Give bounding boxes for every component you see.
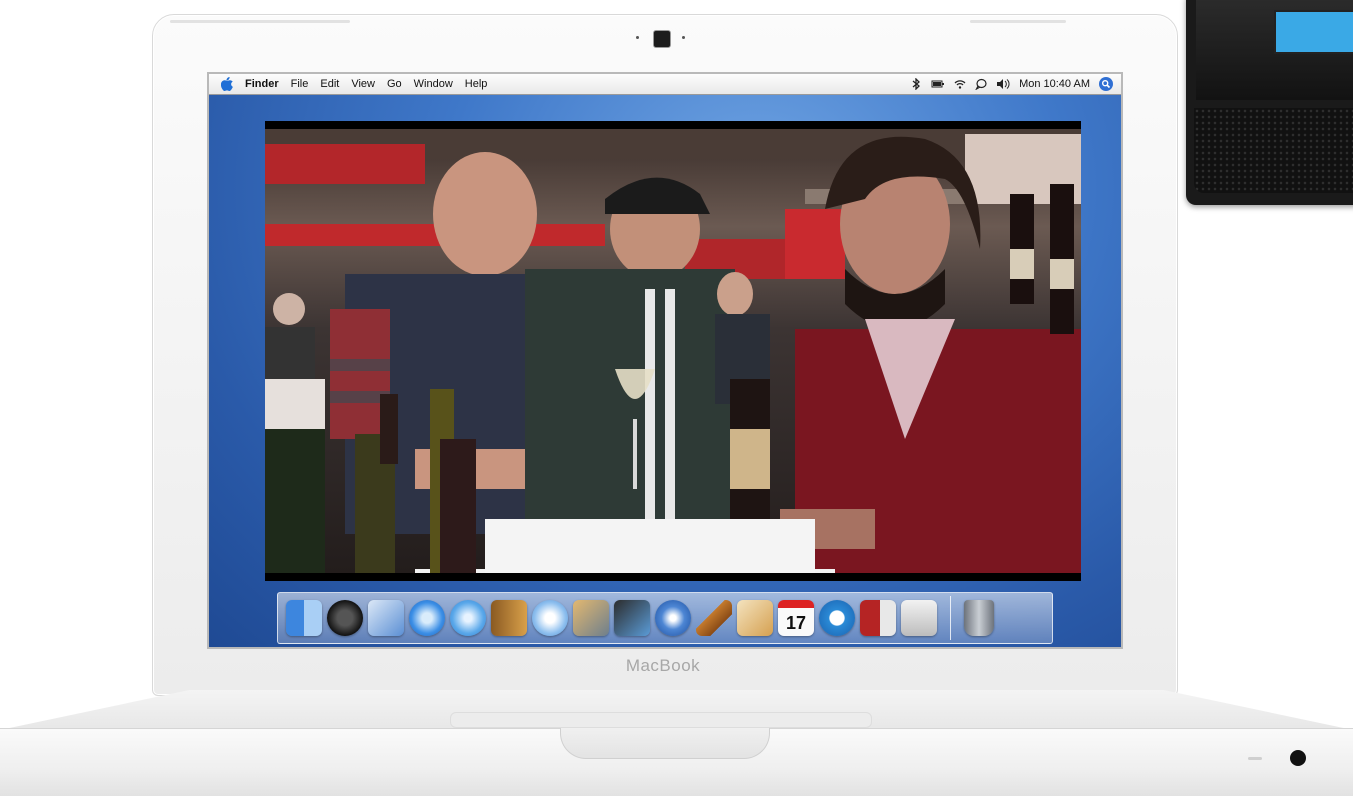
dock-idvd-icon[interactable]	[655, 600, 691, 636]
dock-dashboard-icon[interactable]	[327, 600, 363, 636]
volume-icon[interactable]	[996, 78, 1010, 90]
dock-mail-icon[interactable]	[368, 600, 404, 636]
external-display-screen	[1274, 10, 1353, 54]
hinge	[450, 712, 872, 728]
menu-extras: Mon 10:40 AM	[910, 74, 1113, 94]
apple-menu-icon[interactable]	[221, 77, 233, 91]
lid-latch-left	[170, 20, 350, 23]
dock-finder-icon[interactable]	[286, 600, 322, 636]
dock-trash-icon[interactable]	[964, 600, 994, 636]
optical-drive-slot	[1248, 757, 1262, 760]
dock-address-book-icon[interactable]	[491, 600, 527, 636]
video-player[interactable]	[265, 121, 1081, 581]
menu-bar: Finder File Edit View Go Window Help Mon…	[209, 74, 1121, 95]
isight-camera-icon	[653, 30, 671, 48]
external-display	[1186, 0, 1353, 205]
dock-iphoto-icon[interactable]	[573, 600, 609, 636]
menu-file[interactable]: File	[285, 74, 315, 94]
laptop-screen: Finder File Edit View Go Window Help Mon…	[207, 72, 1123, 649]
desktop-background: Finder File Edit View Go Window Help Mon…	[209, 74, 1121, 647]
ical-date-label: 17	[785, 613, 807, 633]
menu-window[interactable]: Window	[408, 74, 459, 94]
menu-clock[interactable]: Mon 10:40 AM	[1019, 78, 1090, 90]
dock-iweb-icon[interactable]	[737, 600, 773, 636]
battery-icon[interactable]	[931, 78, 945, 90]
ichat-icon[interactable]	[975, 78, 987, 90]
menu-go[interactable]: Go	[381, 74, 408, 94]
menu-view[interactable]: View	[345, 74, 381, 94]
camera-light-right	[682, 36, 685, 39]
speaker-grille	[1194, 108, 1353, 193]
dock-quicktime-icon[interactable]	[819, 600, 855, 636]
dock-ical-icon[interactable]: 17	[778, 600, 814, 636]
lid-latch-right	[970, 20, 1066, 23]
bluetooth-icon[interactable]	[910, 78, 922, 90]
dock-separator	[950, 596, 951, 640]
laptop-brand-label: MacBook	[625, 656, 701, 675]
lid-open-notch	[560, 728, 770, 759]
menu-app-name[interactable]: Finder	[239, 74, 285, 94]
dock: 17	[277, 592, 1053, 644]
dock-itunes-icon[interactable]	[532, 600, 568, 636]
dock-photo-booth-icon[interactable]	[860, 600, 896, 636]
menu-help[interactable]: Help	[459, 74, 494, 94]
dock-ichat-icon[interactable]	[450, 600, 486, 636]
camera-mic-left	[636, 36, 639, 39]
menu-edit[interactable]: Edit	[314, 74, 345, 94]
dock-safari-icon[interactable]	[409, 600, 445, 636]
dock-system-preferences-icon[interactable]	[901, 600, 937, 636]
wifi-icon[interactable]	[954, 78, 966, 90]
external-display-bezel	[1196, 0, 1353, 100]
video-frame	[265, 129, 1081, 573]
sleep-indicator-light	[1290, 750, 1306, 766]
dock-garageband-icon[interactable]	[696, 600, 732, 636]
spotlight-icon[interactable]	[1099, 77, 1113, 91]
dock-imovie-icon[interactable]	[614, 600, 650, 636]
video-scene-image	[265, 129, 1081, 573]
